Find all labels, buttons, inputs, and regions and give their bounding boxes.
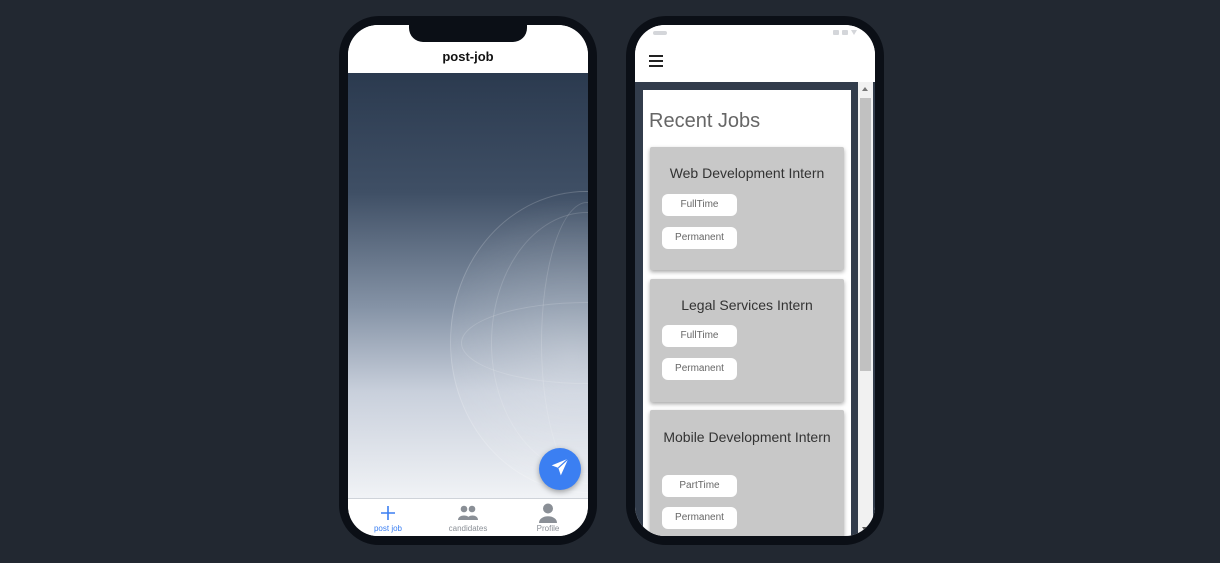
scrollbar[interactable]	[858, 82, 873, 536]
post-job-background	[348, 73, 588, 499]
person-icon	[539, 503, 557, 523]
job-title: Mobile Development Intern	[663, 429, 831, 445]
job-card[interactable]: Legal Services Intern FullTime Permanent	[650, 279, 844, 402]
job-type-chip: FullTime	[662, 194, 737, 216]
signal-icon	[842, 30, 848, 35]
job-duration-chip: Permanent	[662, 507, 737, 529]
status-bar	[635, 25, 875, 41]
status-indicator	[653, 31, 667, 35]
scroll-up-arrow-icon[interactable]	[862, 87, 868, 91]
recent-jobs-panel: Recent Jobs Web Development Intern FullT…	[643, 90, 851, 536]
job-title: Legal Services Intern	[681, 297, 813, 313]
send-button[interactable]	[539, 448, 581, 490]
tab-label: candidates	[448, 524, 488, 533]
battery-icon	[833, 30, 839, 35]
job-card[interactable]: Mobile Development Intern PartTime Perma…	[650, 410, 844, 536]
job-type-chip: PartTime	[662, 475, 737, 497]
recent-jobs-heading: Recent Jobs	[649, 110, 761, 132]
job-duration-chip: Permanent	[662, 227, 737, 249]
tab-candidates[interactable]: candidates	[428, 499, 508, 536]
bottom-tab-bar: post job candidates Profile	[348, 498, 588, 536]
app-bar	[635, 41, 875, 82]
globe-background-image	[450, 191, 588, 493]
wifi-icon	[851, 30, 857, 35]
scrollbar-thumb[interactable]	[860, 98, 871, 371]
people-icon	[457, 503, 479, 523]
plus-icon	[380, 503, 396, 523]
phone-frame-jobs: Recent Jobs Web Development Intern FullT…	[626, 16, 884, 545]
job-card[interactable]: Web Development Intern FullTime Permanen…	[650, 147, 844, 270]
post-job-screen: post-job post job candidates Profile	[348, 25, 588, 536]
tab-post-job[interactable]: post job	[348, 499, 428, 536]
recent-jobs-screen: Recent Jobs Web Development Intern FullT…	[635, 25, 875, 536]
tab-profile[interactable]: Profile	[508, 499, 588, 536]
page-title: post-job	[442, 49, 494, 64]
hamburger-icon[interactable]	[649, 55, 663, 67]
job-title: Web Development Intern	[669, 165, 825, 181]
status-icons	[833, 30, 857, 35]
tab-label: post job	[373, 524, 403, 533]
tab-label: Profile	[536, 524, 560, 533]
job-duration-chip: Permanent	[662, 358, 737, 380]
phone-frame-post-job: post-job post job candidates Profile	[339, 16, 597, 545]
phone-notch	[409, 25, 527, 42]
scroll-down-arrow-icon[interactable]	[862, 527, 868, 531]
jobs-content-area: Recent Jobs Web Development Intern FullT…	[635, 82, 875, 536]
send-icon	[550, 457, 570, 482]
job-type-chip: FullTime	[662, 325, 737, 347]
